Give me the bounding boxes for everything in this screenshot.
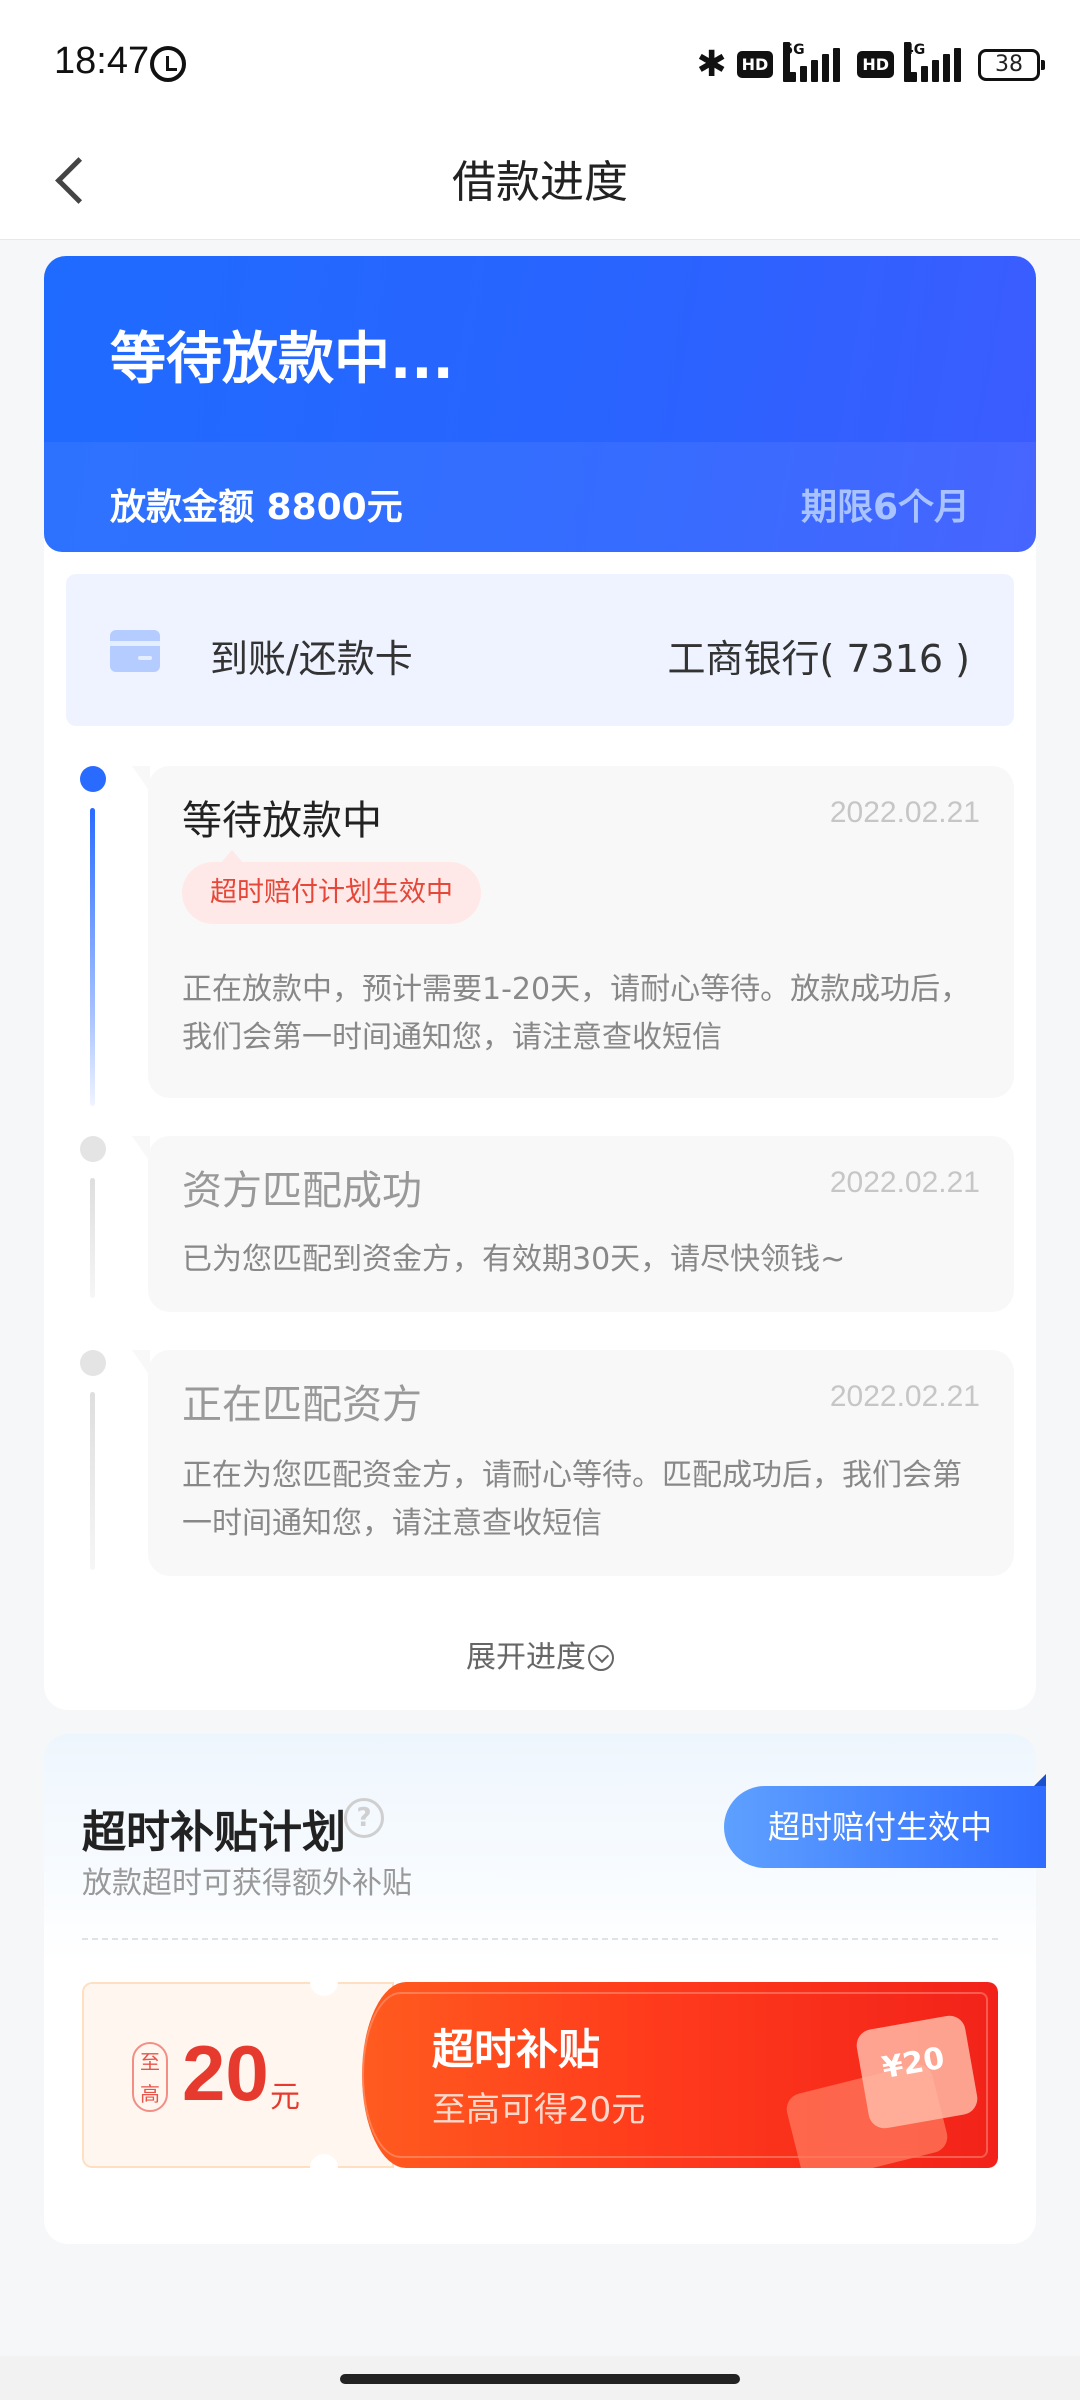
hd-icon: HD [736,51,774,78]
step-description: 已为您匹配到资金方，有效期30天，请尽快领钱~ [182,1236,980,1284]
step-description: 正在放款中，预计需要1-20天，请耐心等待。放款成功后， 我们会第一时间通知您，… [182,966,980,1062]
step-title: 资方匹配成功 [182,1168,422,1214]
chevron-down-circle-icon [588,1645,614,1671]
battery-icon: 38 [978,48,1045,81]
timeline-dot [80,1350,106,1376]
subsidy-title: 超时补贴计划 [82,1807,346,1858]
loan-progress-card: 等待放款中... 放款金额 8800元 期限6个月 到账/还款卡 工商银行( 7… [44,256,1036,1710]
divider [82,1938,998,1940]
coupon-unit: 元 [270,2080,300,2115]
subsidy-coupon[interactable]: 至高 20 元 ¥20 超时补贴 至高可得20元 [82,1982,998,2168]
home-indicator[interactable] [340,2374,740,2384]
step-date: 2022.02.21 [829,1166,980,1199]
bank-card-label: 到账/还款卡 [210,637,413,681]
progress-step: 正在匹配资方 2022.02.21 正在为您匹配资金方，请耐心等待。匹配成功后，… [132,1350,1014,1576]
coupon-amount-panel: 至高 20 元 [82,1982,394,2168]
loan-status-banner: 等待放款中... 放款金额 8800元 期限6个月 [44,256,1036,552]
step-title: 正在匹配资方 [182,1382,422,1428]
step-date: 2022.02.21 [829,1380,980,1413]
step-description-line: 正在放款中，预计需要1-20天，请耐心等待。放款成功后， [182,972,971,1007]
bank-card-value: 工商银行( 7316 ) [667,637,970,681]
loan-amount: 放款金额 8800元 [110,487,403,528]
bluetooth-icon: ✱ [696,44,727,85]
step-description-line: 一时间通知您，请注意查收短信 [182,1506,602,1541]
expand-progress-label: 展开进度 [466,1640,586,1675]
step-description: 正在为您匹配资金方，请耐心等待。匹配成功后，我们会第 一时间通知您，请注意查收短… [182,1452,980,1548]
bank-card-icon [110,630,160,672]
timeline-line [90,1178,95,1298]
page-title: 借款进度 [452,157,628,208]
battery-level: 38 [995,52,1023,77]
status-bar: 18:47 ✱ HD 5G HD 4G 38 [0,0,1080,120]
progress-step: 等待放款中 2022.02.21 超时赔付计划生效中 正在放款中，预计需要1-2… [132,766,1014,1098]
timeline-line [90,1392,95,1570]
step-description-line: 正在为您匹配资金方，请耐心等待。匹配成功后，我们会第 [182,1458,962,1493]
signal-4g-icon: 4G [904,41,968,82]
status-time: 18:47 [54,40,150,82]
signal-5g-icon: 5G [783,41,847,82]
step-description-line: 已为您匹配到资金方，有效期30天，请尽快领钱~ [182,1242,846,1277]
subsidy-subtitle: 放款超时可获得额外补贴 [82,1866,412,1901]
progress-step: 资方匹配成功 2022.02.21 已为您匹配到资金方，有效期30天，请尽快领钱… [132,1136,1014,1312]
bank-card-row[interactable]: 到账/还款卡 工商银行( 7316 ) [66,574,1014,726]
loan-term: 期限6个月 [800,487,970,528]
coupon-info-panel: ¥20 超时补贴 至高可得20元 [362,1982,998,2168]
step-date: 2022.02.21 [829,796,980,829]
compensation-active-badge[interactable]: 超时赔付生效中 [724,1774,1046,1868]
timeline-dot [80,1136,106,1162]
coupon-description: 至高可得20元 [432,2090,646,2130]
status-icons: ✱ HD 5G HD 4G 38 [696,41,1045,85]
coupon-amount: 20 [182,2029,269,2117]
timeline-dot-active [80,766,106,792]
step-title: 等待放款中 [182,798,382,844]
nav-bar: 借款进度 [0,120,1080,240]
subsidy-plan-card: 超时补贴计划 ? 放款超时可获得额外补贴 超时赔付生效中 至高 20 元 ¥20… [44,1734,1046,2244]
hd-icon-2: HD [857,51,894,78]
coupon-seal: 至高 [132,2042,168,2112]
alarm-icon [150,46,186,82]
help-icon[interactable]: ? [344,1798,384,1838]
step-description-line: 我们会第一时间通知您，请注意查收短信 [182,1020,722,1055]
expand-progress-button[interactable]: 展开进度 [44,1632,1036,1676]
loan-status-title: 等待放款中... [110,327,454,392]
coupon-title: 超时补贴 [432,2025,601,2074]
compensation-tag: 超时赔付计划生效中 [182,850,481,924]
timeline-line-active [90,808,95,1106]
